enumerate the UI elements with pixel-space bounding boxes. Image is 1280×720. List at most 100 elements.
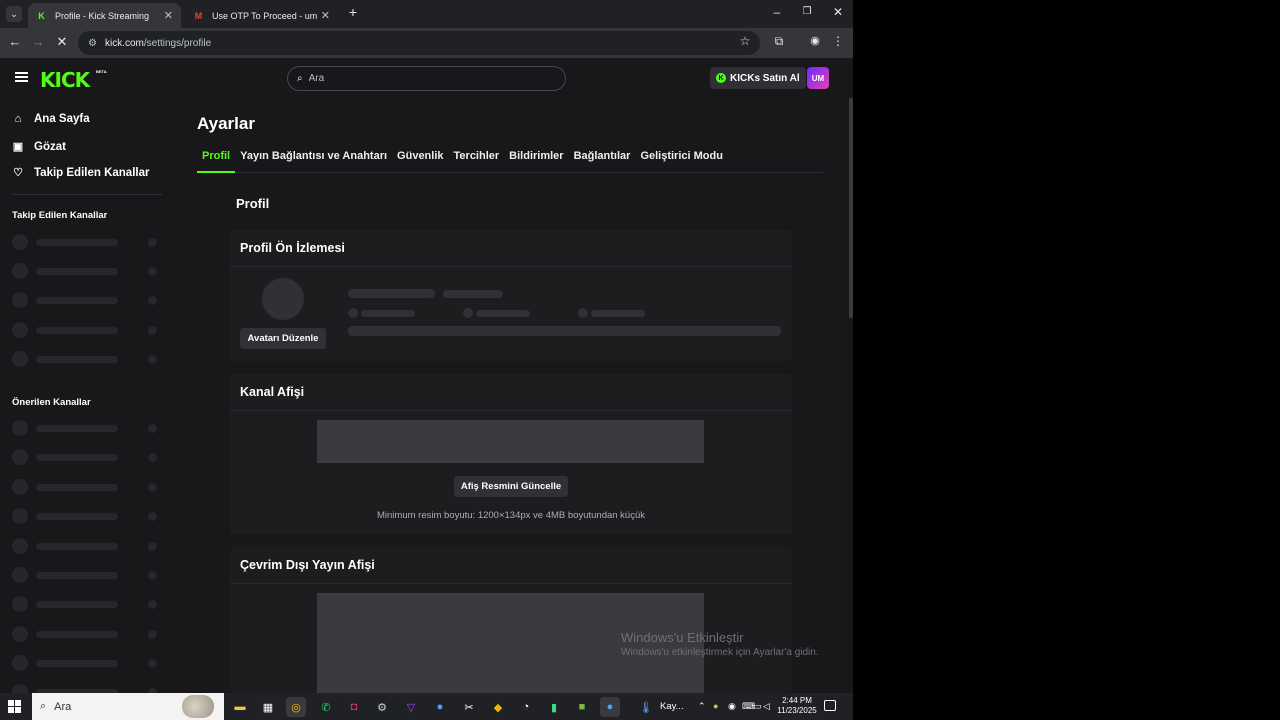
banner-size-hint: Minimum resim boyutu: 1200×134px ve 4MB … — [377, 510, 645, 521]
taskbar-clock[interactable]: 2:44 PM 11/23/2025 — [775, 696, 819, 716]
search-input[interactable] — [308, 73, 529, 84]
search-highlight-image — [182, 695, 214, 718]
channel-skeleton — [12, 292, 162, 308]
store-icon[interactable]: ▦ — [258, 697, 278, 717]
tab-kick-profile[interactable]: K Profile - Kick Streaming ✕ — [28, 3, 181, 28]
close-icon[interactable]: ✕ — [164, 9, 173, 22]
new-tab-button[interactable]: + — [338, 4, 368, 20]
channel-skeleton — [12, 508, 162, 524]
back-icon[interactable]: ← — [6, 34, 24, 49]
taskbar-search[interactable]: ⌕ Ara — [32, 693, 224, 720]
sidebar-item-browse[interactable]: ▣ Gözat — [12, 140, 66, 154]
page-scrollbar[interactable] — [849, 98, 853, 318]
channel-skeleton — [12, 479, 162, 495]
minecraft-icon[interactable]: ■ — [572, 697, 592, 717]
buy-kicks-label: KICKs Satın Al — [730, 72, 800, 84]
update-banner-button[interactable]: Afiş Resmini Güncelle — [454, 476, 568, 497]
restore-icon[interactable]: ❐ — [792, 6, 822, 17]
tab-notifications[interactable]: Bildirimler — [504, 148, 568, 173]
tray-app-icon[interactable]: ◉ — [728, 701, 736, 712]
menu-kebab-icon[interactable]: ⋮ — [829, 34, 847, 48]
avatar[interactable]: UM — [807, 67, 829, 89]
buy-kicks-button[interactable]: K KICKs Satın Al — [710, 67, 806, 89]
suggested-channels-heading: Önerilen Kanallar — [12, 397, 91, 408]
thermometer-icon[interactable]: 🌡︎ — [636, 697, 656, 717]
chrome-icon[interactable]: ◎ — [286, 697, 306, 717]
settings-tabs: Profil Yayın Bağlantısı ve Anahtarı Güve… — [197, 148, 823, 173]
taskbar-search-placeholder: Ara — [54, 700, 72, 713]
tab-gmail-otp[interactable]: M Use OTP To Proceed - umut201 ✕ — [185, 3, 338, 28]
windows-start-icon[interactable] — [8, 700, 21, 713]
network-icon[interactable]: ▭ — [753, 701, 762, 712]
channel-skeleton — [12, 449, 162, 465]
whatsapp-icon[interactable]: ✆ — [316, 697, 336, 717]
twitch-icon[interactable]: ▽ — [401, 697, 421, 717]
file-explorer-icon[interactable]: ▬ — [230, 697, 250, 717]
tab-connections[interactable]: Bağlantılar — [569, 148, 636, 173]
extensions-icon[interactable]: ⧉ — [770, 34, 788, 49]
channel-skeleton — [12, 626, 162, 642]
edit-avatar-button[interactable]: Avatarı Düzenle — [240, 328, 326, 349]
kick-icon: K — [38, 10, 45, 21]
address-bar[interactable]: ⚙ kick.com /settings/profile — [78, 31, 760, 55]
minimize-icon[interactable]: – — [762, 5, 792, 19]
close-icon[interactable]: ✕ — [321, 9, 330, 22]
app-icon[interactable]: ▮ — [544, 697, 564, 717]
channel-skeleton — [12, 655, 162, 671]
name-skeleton — [348, 289, 435, 298]
app-icon[interactable]: ● — [600, 697, 620, 717]
browse-icon: ▣ — [12, 141, 24, 153]
profile-icon[interactable]: ◉ — [806, 34, 824, 47]
tab-search-icon[interactable]: ⌄ — [6, 6, 22, 22]
stat-skeleton — [361, 310, 415, 317]
profile-preview-card: Profil Ön İzlemesi Avatarı Düzenle — [230, 230, 792, 361]
app-icon[interactable]: ● — [430, 697, 450, 717]
stat-dot-skeleton — [463, 308, 473, 318]
channel-skeleton — [12, 234, 162, 250]
bio-skeleton — [348, 326, 781, 336]
clock-time: 2:44 PM — [782, 696, 812, 705]
notifications-icon[interactable] — [824, 700, 836, 711]
tab-preferences[interactable]: Tercihler — [449, 148, 505, 173]
app-icon[interactable]: ◔ — [516, 697, 536, 717]
hamburger-menu-icon[interactable] — [15, 72, 28, 82]
taskbar-app-label[interactable]: Kay... — [660, 701, 684, 712]
stop-icon[interactable]: ✕ — [53, 34, 71, 50]
tab-profile[interactable]: Profil — [197, 148, 236, 173]
close-window-icon[interactable]: ✕ — [823, 5, 853, 19]
page-title: Ayarlar — [197, 114, 255, 133]
tab-developer-mode[interactable]: Geliştirici Modu — [635, 148, 728, 173]
site-info-icon[interactable]: ⚙ — [88, 38, 97, 49]
tray-chevron-icon[interactable]: ⌃ — [698, 701, 706, 712]
sidebar-item-home[interactable]: ⌂ Ana Sayfa — [12, 113, 90, 125]
kicks-coin-icon: K — [716, 73, 726, 83]
channel-skeleton — [12, 538, 162, 554]
search-icon: ⌕ — [297, 73, 303, 84]
bookmark-star-icon[interactable]: ☆ — [736, 34, 754, 48]
forward-icon[interactable]: → — [29, 34, 47, 49]
watermark-title: Windows'u Etkinleştir — [621, 630, 744, 645]
tray-app-icon[interactable]: ● — [713, 701, 718, 711]
tab-stream-key[interactable]: Yayın Bağlantısı ve Anahtarı — [235, 148, 392, 173]
sidebar-divider — [12, 194, 162, 195]
channel-skeleton — [12, 351, 162, 367]
channel-skeleton — [12, 596, 162, 612]
sidebar-item-label: Ana Sayfa — [34, 113, 90, 125]
avatar-placeholder — [262, 278, 304, 320]
heart-icon: ♡ — [13, 167, 23, 179]
kick-logo[interactable]: KICK — [40, 68, 90, 92]
stat-skeleton — [591, 310, 645, 317]
sidebar-item-following[interactable]: ♡ Takip Edilen Kanallar — [12, 166, 149, 180]
instagram-icon[interactable]: ◘ — [344, 697, 364, 717]
capcut-icon[interactable]: ✂ — [459, 697, 479, 717]
volume-icon[interactable]: ◁ — [763, 701, 770, 712]
beta-badge: BETA — [96, 69, 107, 74]
followed-channels-heading: Takip Edilen Kanallar — [12, 210, 108, 221]
steam-icon[interactable]: ⚙ — [372, 697, 392, 717]
tab-security[interactable]: Güvenlik — [392, 148, 448, 173]
channel-skeleton — [12, 420, 162, 436]
search-bar[interactable]: ⌕ — [287, 66, 566, 91]
clock-date: 11/23/2025 — [777, 706, 817, 715]
app-icon[interactable]: ◆ — [488, 697, 508, 717]
card-title: Profil Ön İzlemesi — [230, 230, 792, 267]
